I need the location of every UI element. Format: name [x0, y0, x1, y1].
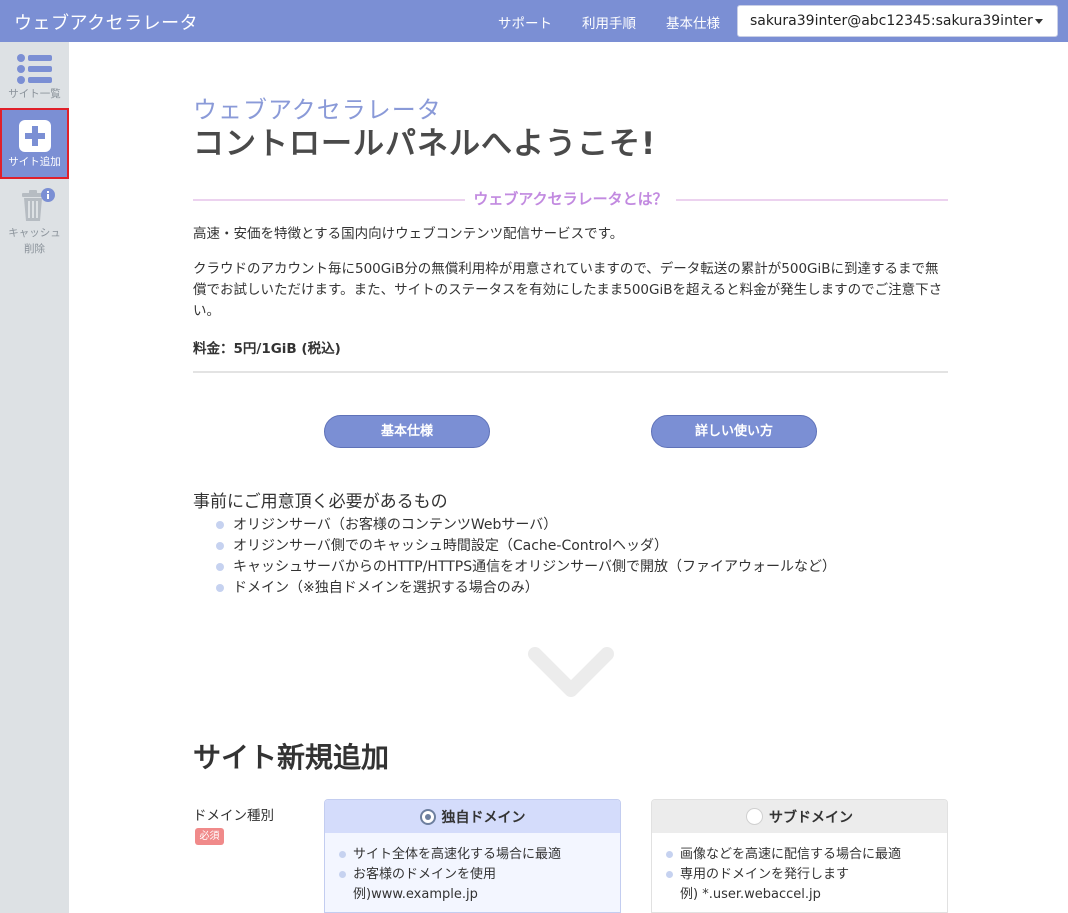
- list-item: 専用のドメインを発行します: [666, 865, 947, 885]
- list-item: ドメイン（※独自ドメインを選択する場合のみ）: [215, 578, 836, 599]
- page-title: コントロールパネルへようこそ!: [193, 126, 657, 162]
- price-text: 料金：5円/1GiB (税込): [193, 341, 341, 357]
- list-item: キャッシュサーバからのHTTP/HTTPS通信をオリジンサーバ側で開放（ファイア…: [215, 557, 836, 578]
- sidebar-item-cache-delete[interactable]: キャッシュ 削除: [0, 185, 69, 257]
- requirements-title: 事前にご用意頂く必要があるもの: [193, 492, 448, 512]
- option-description: サイト全体を高速化する場合に最適 お客様のドメインを使用 例)www.examp…: [325, 833, 620, 912]
- trash-icon: [21, 188, 55, 221]
- domain-option-subdomain[interactable]: サブドメイン 画像などを高速に配信する場合に最適 専用のドメインを発行します 例…: [651, 799, 948, 913]
- option-example: 例)www.example.jp: [353, 887, 478, 902]
- about-heading: ウェブアクセラレータとは？: [465, 190, 676, 208]
- chevron-down-icon: [1035, 19, 1043, 24]
- sidebar-item-label-line2: 削除: [24, 243, 45, 255]
- about-paragraph-2: クラウドのアカウント毎に500GiB分の無償利用枠が用意されていますので、データ…: [193, 261, 943, 319]
- sidebar-item-site-list[interactable]: サイト一覧: [0, 50, 69, 108]
- sidebar-item-add-site[interactable]: サイト追加: [0, 108, 69, 179]
- about-paragraph-1: 高速・安価を特徴とする国内向けウェブコンテンツ配信サービスです。: [193, 226, 624, 242]
- nav-link-spec[interactable]: 基本仕様: [666, 12, 720, 32]
- option-description: 画像などを高速に配信する場合に最適 専用のドメインを発行します 例) *.use…: [652, 833, 947, 912]
- list-item: お客様のドメインを使用: [339, 865, 620, 885]
- radio-selected-icon[interactable]: [419, 808, 436, 825]
- account-select[interactable]: sakura39inter@abc12345:sakura39inter: [737, 5, 1058, 37]
- nav-link-procedure[interactable]: 利用手順: [582, 12, 636, 32]
- sidebar-item-label-line1: キャッシュ: [8, 227, 61, 239]
- radio-unselected-icon[interactable]: [746, 808, 763, 825]
- option-label: サブドメイン: [769, 809, 853, 826]
- sidebar: サイト一覧 サイト追加 キャッシュ 削除: [0, 42, 69, 913]
- option-header[interactable]: サブドメイン: [652, 800, 947, 833]
- account-name: sakura39inter@abc12345:sakura39inter: [750, 13, 1033, 29]
- requirements-list: オリジンサーバ（お客様のコンテンツWebサーバ） オリジンサーバ側でのキャッシュ…: [215, 515, 836, 599]
- domain-option-custom[interactable]: 独自ドメイン サイト全体を高速化する場合に最適 お客様のドメインを使用 例)ww…: [324, 799, 621, 913]
- about-divider: ウェブアクセラレータとは？: [193, 188, 948, 212]
- plus-icon: [18, 120, 51, 152]
- list-icon: [16, 54, 52, 84]
- list-item: 画像などを高速に配信する場合に最適: [666, 845, 947, 865]
- chevron-down-icon: [528, 647, 614, 697]
- option-label: 独自ドメイン: [441, 809, 526, 826]
- domain-type-label: ドメイン種別: [193, 808, 274, 824]
- sidebar-item-label: サイト追加: [8, 156, 61, 168]
- list-item: オリジンサーバ（お客様のコンテンツWebサーバ）: [215, 515, 836, 536]
- top-navigation-bar: ウェブアクセラレータ サポート 利用手順 基本仕様 sakura39inter@…: [0, 0, 1068, 42]
- option-example: 例) *.user.webaccel.jp: [680, 887, 821, 902]
- howto-button[interactable]: 詳しい使い方: [651, 415, 817, 448]
- app-title[interactable]: ウェブアクセラレータ: [14, 9, 198, 35]
- nav-link-support[interactable]: サポート: [498, 12, 552, 32]
- spec-button[interactable]: 基本仕様: [324, 415, 490, 448]
- sidebar-item-label: サイト一覧: [8, 88, 61, 100]
- list-item: オリジンサーバ側でのキャッシュ時間設定（Cache-Controlヘッダ）: [215, 536, 836, 557]
- divider: [193, 371, 948, 373]
- section-title: サイト新規追加: [193, 741, 390, 774]
- option-header[interactable]: 独自ドメイン: [325, 800, 620, 833]
- required-badge: 必須: [195, 828, 224, 845]
- list-item: サイト全体を高速化する場合に最適: [339, 845, 620, 865]
